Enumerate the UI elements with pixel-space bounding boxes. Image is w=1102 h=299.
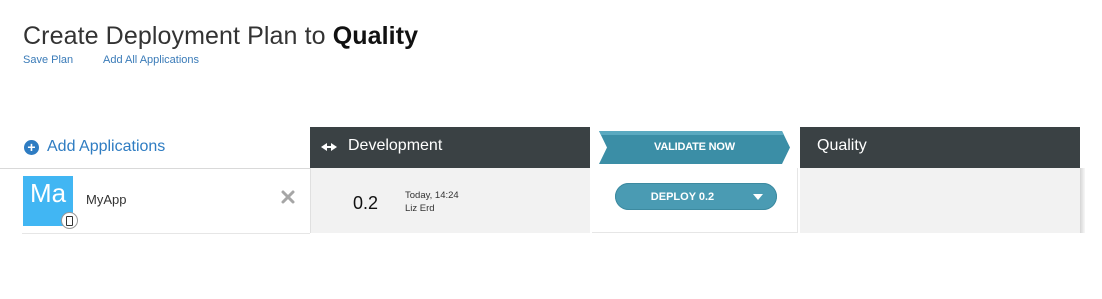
deploy-timestamp: Today, 14:24 bbox=[405, 190, 459, 201]
source-env-header: Development bbox=[310, 127, 590, 168]
plus-circle-icon: + bbox=[24, 139, 39, 155]
target-version-cell bbox=[800, 168, 1080, 233]
save-plan-link[interactable]: Save Plan bbox=[23, 54, 73, 66]
mobile-device-icon bbox=[61, 212, 78, 229]
deploy-version-label: DEPLOY 0.2 bbox=[650, 191, 715, 203]
app-name: MyApp bbox=[86, 192, 127, 207]
deploy-version-button[interactable]: DEPLOY 0.2 bbox=[615, 183, 777, 210]
source-version-cell: 0.2 Today, 14:24 Liz Erd bbox=[310, 168, 590, 233]
target-env-header: Quality bbox=[800, 127, 1080, 168]
cell-shadow bbox=[1080, 168, 1085, 233]
collapse-arrows-icon[interactable] bbox=[321, 142, 337, 152]
page-title-prefix: Create Deployment Plan to bbox=[23, 22, 326, 50]
page-title: Create Deployment Plan to Quality bbox=[23, 22, 418, 51]
chevron-down-icon[interactable] bbox=[753, 194, 763, 200]
add-applications-label: Add Applications bbox=[47, 138, 166, 155]
validate-now-button[interactable]: VALIDATE NOW bbox=[599, 131, 790, 164]
app-version: 0.2 bbox=[353, 193, 379, 213]
source-env-label: Development bbox=[348, 137, 443, 154]
deploy-user: Liz Erd bbox=[405, 203, 435, 214]
validate-now-label: VALIDATE NOW bbox=[654, 141, 735, 153]
add-applications-button[interactable]: + Add Applications bbox=[24, 138, 165, 156]
target-env-label: Quality bbox=[817, 137, 867, 154]
divider bbox=[0, 168, 310, 169]
divider bbox=[22, 233, 310, 234]
app-icon-text: Ma bbox=[29, 178, 67, 208]
page-title-env: Quality bbox=[332, 22, 419, 50]
close-icon[interactable] bbox=[280, 189, 296, 205]
add-all-applications-link[interactable]: Add All Applications bbox=[103, 54, 199, 66]
